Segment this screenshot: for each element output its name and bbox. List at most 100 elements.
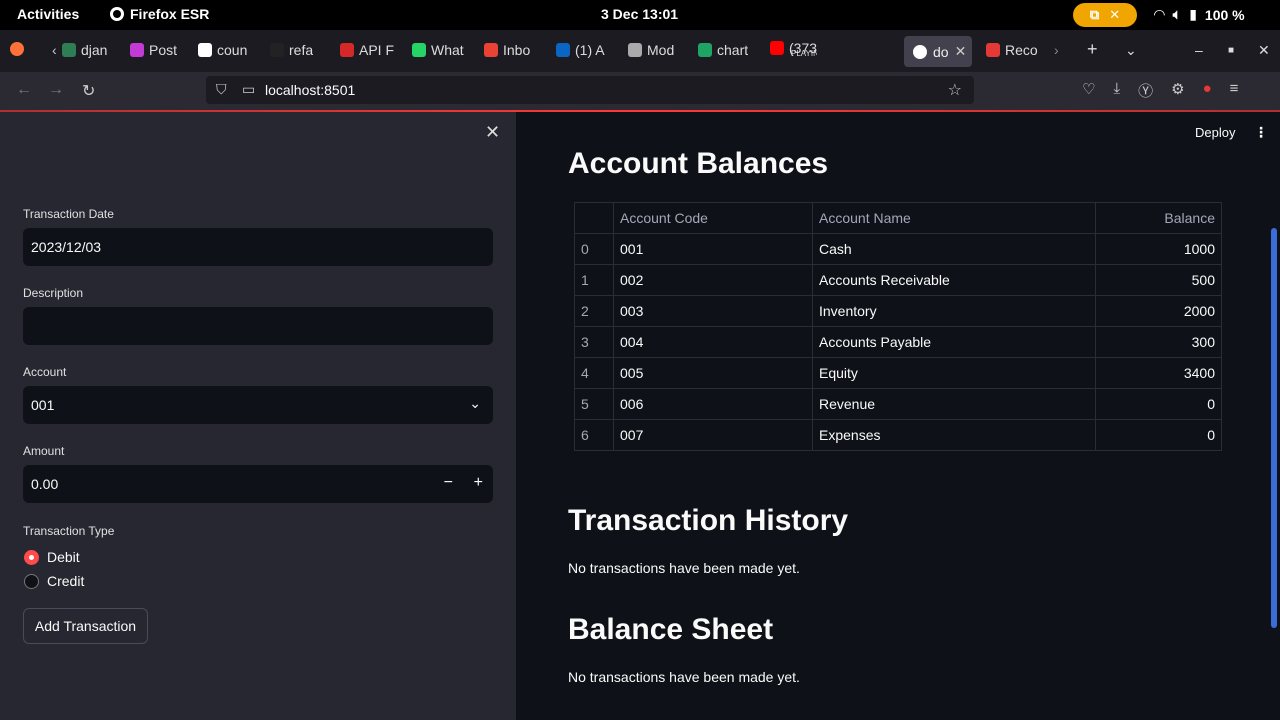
column-header-account-code[interactable]: Account Code <box>613 202 813 234</box>
account-code-cell[interactable]: 004 <box>613 326 813 358</box>
account-name-cell[interactable]: Inventory <box>812 295 1096 327</box>
account-code-cell[interactable]: 006 <box>613 388 813 420</box>
account-name-cell[interactable]: Equity <box>812 357 1096 389</box>
close-tab-icon[interactable]: ✕ <box>955 43 967 60</box>
activities-button[interactable]: Activities <box>17 6 79 22</box>
tab-8[interactable]: Mod <box>628 42 674 58</box>
menu-icon[interactable]: ≡ <box>1230 80 1239 101</box>
balances-table[interactable]: Account Code Account Name Balance 0 001 Ca… <box>574 202 1222 451</box>
app-menu[interactable]: Firefox ESR <box>110 6 209 22</box>
row-index[interactable]: 6 <box>574 419 614 451</box>
clock[interactable]: 3 Dec 13:01 <box>601 6 678 22</box>
tab-list-icon[interactable]: ⌄ <box>1125 42 1137 59</box>
date-input[interactable]: 2023/12/03 <box>23 228 493 266</box>
row-index[interactable]: 5 <box>574 388 614 420</box>
tab-active-label[interactable]: do ✕ <box>913 43 966 60</box>
table-row[interactable]: 0 001 Cash 1000 <box>574 233 1222 265</box>
table-row[interactable]: 1 002 Accounts Receivable 500 <box>574 264 1222 296</box>
row-index[interactable]: 0 <box>574 233 614 265</box>
more-options-icon[interactable]: ⋮ <box>1254 124 1268 141</box>
column-header-index[interactable] <box>574 202 614 234</box>
firefox-view-icon[interactable] <box>10 42 24 56</box>
reload-icon[interactable]: ↻ <box>82 81 95 101</box>
tab-10[interactable]: (373 PLAYIN <box>770 36 817 60</box>
balance-cell[interactable]: 0 <box>1095 419 1222 451</box>
radio-unselected-icon[interactable] <box>24 573 39 589</box>
close-window-icon[interactable]: ✕ <box>1258 42 1270 59</box>
scrollbar[interactable] <box>1271 228 1277 628</box>
row-index[interactable]: 4 <box>574 357 614 389</box>
stop-icon[interactable]: ✕ <box>1109 7 1120 23</box>
column-header-balance[interactable]: Balance <box>1095 202 1222 234</box>
system-tray[interactable]: ◠ 🔈︎ ▮ 100 % <box>1154 6 1245 23</box>
column-header-account-name[interactable]: Account Name <box>812 202 1096 234</box>
yoroi-extension-icon[interactable]: Ⓨ <box>1138 80 1153 101</box>
extensions-icon[interactable]: ⚙ <box>1171 80 1184 101</box>
downloads-icon[interactable]: ⤓ <box>1113 80 1120 101</box>
transaction-history-heading: Transaction History <box>568 504 849 537</box>
tab-7[interactable]: (1) A <box>556 42 605 58</box>
tracking-protection-icon[interactable]: ⛉ <box>216 81 227 98</box>
account-code-cell[interactable]: 007 <box>613 419 813 451</box>
scroll-tabs-left-icon[interactable]: ‹ <box>52 42 57 58</box>
row-index[interactable]: 3 <box>574 326 614 358</box>
account-name-cell[interactable]: Cash <box>812 233 1096 265</box>
account-code-cell[interactable]: 002 <box>613 264 813 296</box>
tab-12[interactable]: Reco <box>986 42 1038 58</box>
url-text[interactable]: localhost:8501 <box>265 82 355 98</box>
tab-3[interactable]: refa <box>270 42 313 58</box>
account-code-cell[interactable]: 003 <box>613 295 813 327</box>
balance-cell[interactable]: 3400 <box>1095 357 1222 389</box>
table-row[interactable]: 3 004 Accounts Payable 300 <box>574 326 1222 358</box>
row-index[interactable]: 2 <box>574 295 614 327</box>
tab-4[interactable]: API F <box>340 42 394 58</box>
extension-red-icon[interactable]: ● <box>1203 80 1212 101</box>
forward-icon[interactable]: → <box>48 81 64 99</box>
add-transaction-button[interactable]: Add Transaction <box>23 608 148 644</box>
tab-0[interactable]: djan <box>62 42 107 58</box>
amount-label: Amount <box>23 444 65 458</box>
decrement-icon[interactable]: − <box>444 474 453 492</box>
minimize-icon[interactable]: – <box>1195 42 1203 58</box>
scroll-tabs-right-icon[interactable]: › <box>1054 42 1059 58</box>
screen-share-indicator[interactable]: ⧉ ✕ <box>1073 3 1137 27</box>
account-name-cell[interactable]: Expenses <box>812 419 1096 451</box>
account-name-cell[interactable]: Revenue <box>812 388 1096 420</box>
deploy-button[interactable]: Deploy <box>1195 125 1235 140</box>
url-bar[interactable]: ⛉ ▭ localhost:8501 ☆ <box>206 76 974 104</box>
balance-cell[interactable]: 1000 <box>1095 233 1222 265</box>
radio-debit[interactable]: Debit <box>24 549 80 565</box>
description-input[interactable] <box>23 307 493 345</box>
tab-6[interactable]: Inbo <box>484 42 530 58</box>
increment-icon[interactable]: + <box>474 474 483 492</box>
close-sidebar-icon[interactable]: ✕ <box>485 122 500 143</box>
tab-9[interactable]: chart <box>698 42 748 58</box>
account-select[interactable]: 001 ⌄ <box>23 386 493 424</box>
account-code-cell[interactable]: 005 <box>613 357 813 389</box>
bookmark-star-icon[interactable]: ☆ <box>948 80 962 100</box>
new-tab-icon[interactable]: + <box>1087 39 1098 60</box>
radio-credit[interactable]: Credit <box>24 573 84 589</box>
tab-5[interactable]: What <box>412 42 464 58</box>
table-row[interactable]: 2 003 Inventory 2000 <box>574 295 1222 327</box>
balance-cell[interactable]: 300 <box>1095 326 1222 358</box>
account-code-cell[interactable]: 001 <box>613 233 813 265</box>
balance-cell[interactable]: 500 <box>1095 264 1222 296</box>
tab-1[interactable]: Post <box>130 42 177 58</box>
table-row[interactable]: 6 007 Expenses 0 <box>574 419 1222 451</box>
balance-cell[interactable]: 0 <box>1095 388 1222 420</box>
amount-input[interactable]: 0.00 − + <box>23 465 493 503</box>
back-icon[interactable]: ← <box>16 81 32 99</box>
account-name-cell[interactable]: Accounts Receivable <box>812 264 1096 296</box>
chevron-down-icon[interactable]: ⌄ <box>469 395 481 412</box>
row-index[interactable]: 1 <box>574 264 614 296</box>
tab-2[interactable]: coun <box>198 42 247 58</box>
page-info-icon[interactable]: ▭ <box>242 81 255 98</box>
balance-cell[interactable]: 2000 <box>1095 295 1222 327</box>
account-name-cell[interactable]: Accounts Payable <box>812 326 1096 358</box>
table-row[interactable]: 4 005 Equity 3400 <box>574 357 1222 389</box>
table-row[interactable]: 5 006 Revenue 0 <box>574 388 1222 420</box>
pocket-icon[interactable]: ♡ <box>1082 80 1095 101</box>
radio-selected-icon[interactable] <box>24 549 39 565</box>
maximize-icon[interactable]: ■ <box>1228 45 1234 56</box>
